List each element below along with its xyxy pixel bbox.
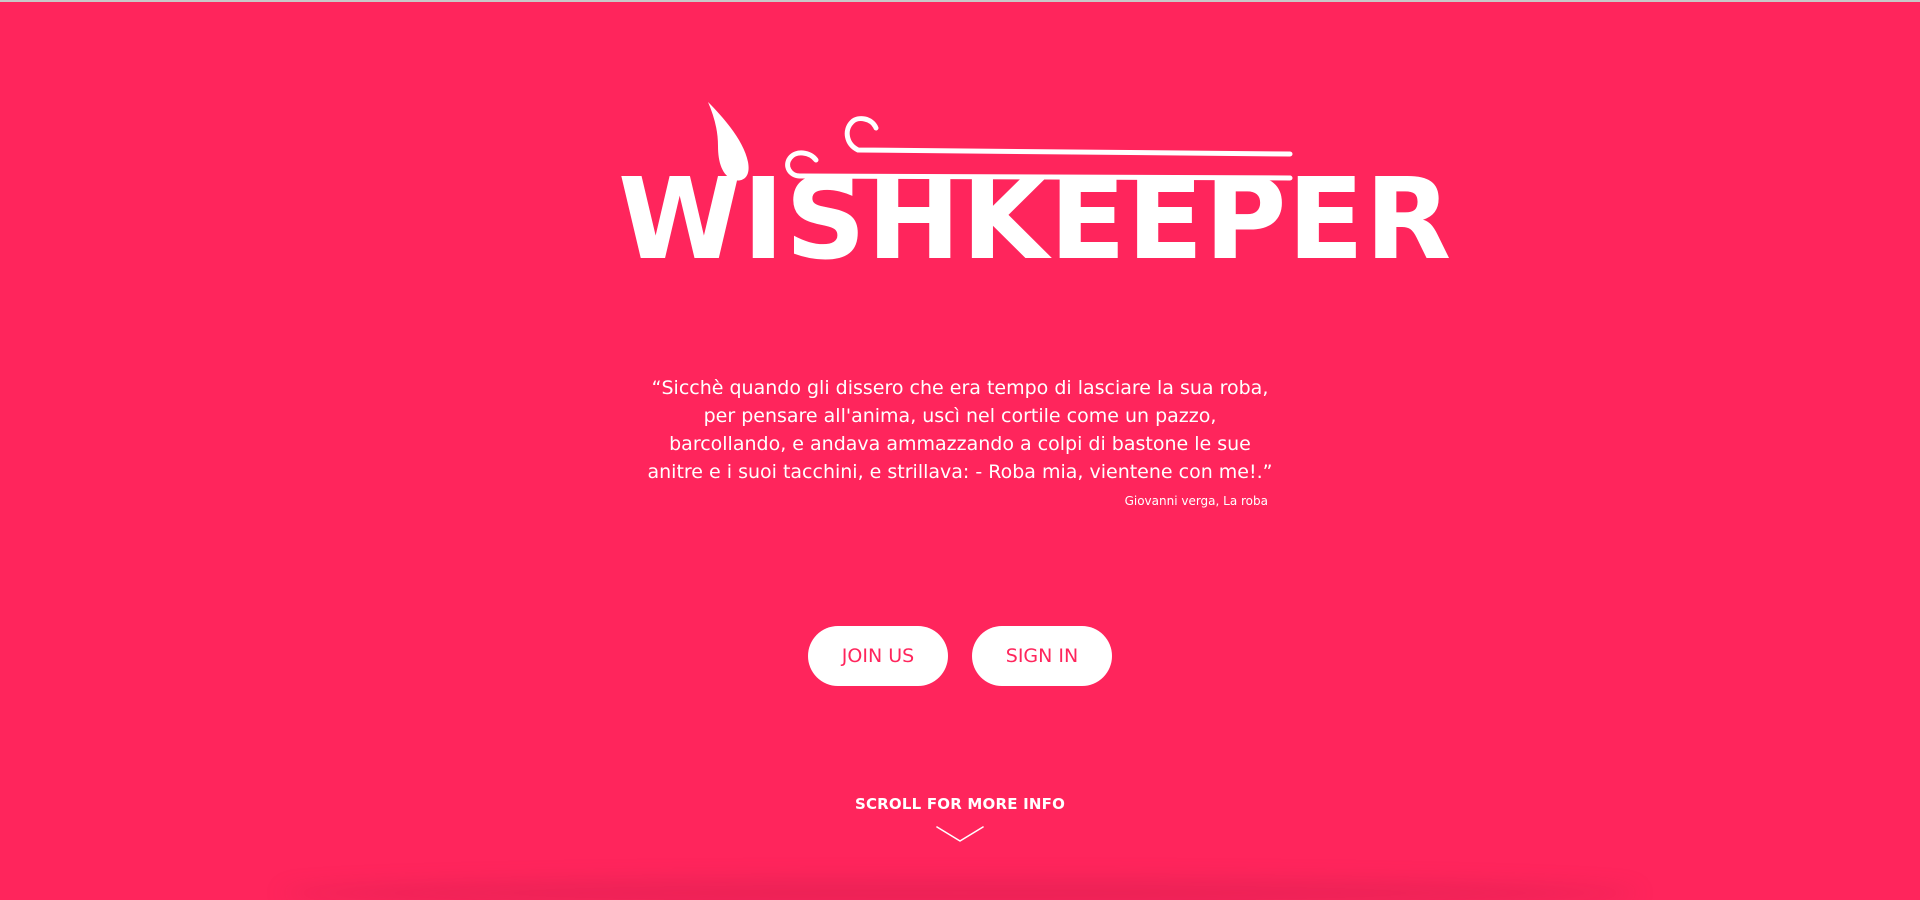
quote: “Sicchè quando gli dissero che era tempo… <box>640 374 1280 508</box>
logo: WISHKEEPER <box>614 98 1451 288</box>
join-us-button[interactable]: JOIN US <box>808 626 948 686</box>
quote-line: “Sicchè quando gli dissero che era tempo… <box>651 377 1269 399</box>
hero-section: WISHKEEPER “Sicchè quando gli dissero ch… <box>0 0 1920 900</box>
bottom-shadow <box>280 878 1640 900</box>
scroll-hint[interactable]: SCROLL FOR MORE INFO <box>760 795 1160 843</box>
quote-line: per pensare all'anima, uscì nel cortile … <box>703 405 1217 427</box>
quote-author: Giovanni verga, La roba <box>1124 494 1268 508</box>
quote-line: anitre e i suoi tacchini, e strillava: -… <box>647 461 1273 483</box>
logo-wordmark: WISHKEEPER <box>618 155 1453 285</box>
quote-text: “Sicchè quando gli dissero che era tempo… <box>640 374 1280 486</box>
quote-line: barcollando, e andava ammazzando a colpi… <box>669 433 1251 455</box>
sign-in-button[interactable]: SIGN IN <box>972 626 1112 686</box>
chevron-down-icon[interactable] <box>935 825 985 843</box>
auth-actions: JOIN US SIGN IN <box>808 626 1112 686</box>
scroll-label: SCROLL FOR MORE INFO <box>854 795 1066 813</box>
